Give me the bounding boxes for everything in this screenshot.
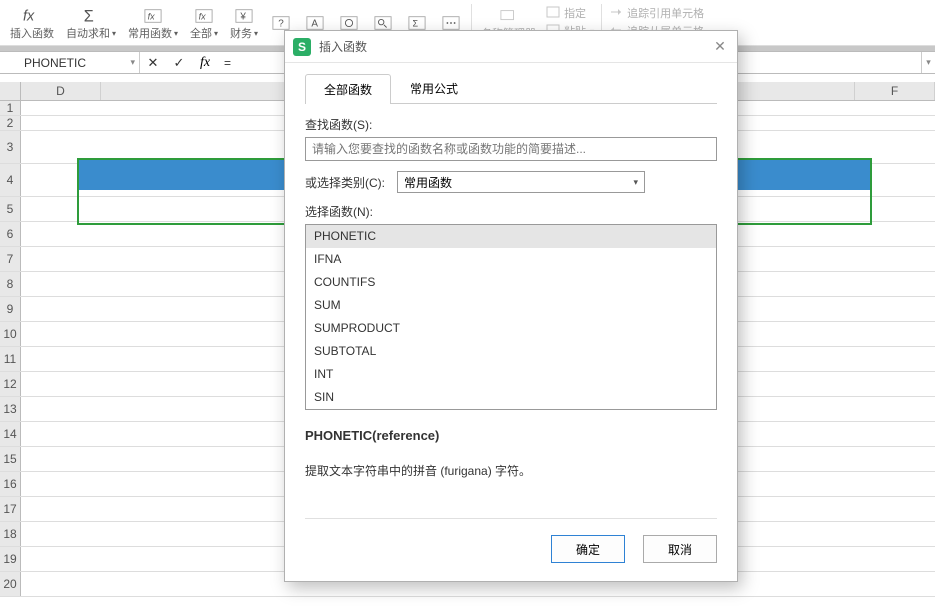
function-description: PHONETIC(reference) 提取文本字符串中的拼音 (furigan… bbox=[305, 428, 717, 481]
row-header[interactable]: 11 bbox=[0, 347, 21, 371]
row-header[interactable]: 20 bbox=[0, 572, 21, 596]
specify-label: 指定 bbox=[564, 7, 586, 21]
function-list-item[interactable]: INT bbox=[306, 363, 716, 386]
row-header[interactable]: 3 bbox=[0, 131, 21, 163]
row-header[interactable]: 18 bbox=[0, 522, 21, 546]
row-header[interactable]: 2 bbox=[0, 116, 21, 130]
specify-icon bbox=[546, 6, 560, 22]
svg-text:fx: fx bbox=[23, 8, 35, 24]
dialog-body: 全部函数 常用公式 查找函数(S): 或选择类别(C): 常用函数 ▾ 选择函数… bbox=[285, 63, 737, 581]
row-header[interactable]: 6 bbox=[0, 222, 21, 246]
chevron-down-icon: ▾ bbox=[112, 27, 116, 41]
chevron-down-icon: ▾ bbox=[214, 27, 218, 41]
row-header[interactable]: 12 bbox=[0, 372, 21, 396]
function-list-item[interactable]: SUBTOTAL bbox=[306, 340, 716, 363]
row-header[interactable]: 16 bbox=[0, 472, 21, 496]
dialog-titlebar: S 插入函数 ✕ bbox=[285, 31, 737, 63]
function-list-item[interactable]: IFNA bbox=[306, 248, 716, 271]
all-functions-label: 全部▾ bbox=[190, 27, 218, 41]
row-header[interactable]: 9 bbox=[0, 297, 21, 321]
category-value: 常用函数 bbox=[404, 174, 452, 191]
common-functions-label: 常用函数▾ bbox=[128, 27, 178, 41]
dialog-buttons: 确定 取消 bbox=[305, 518, 717, 581]
row-header[interactable]: 10 bbox=[0, 322, 21, 346]
column-header[interactable]: D bbox=[21, 82, 101, 100]
function-signature: PHONETIC(reference) bbox=[305, 428, 717, 443]
row-header[interactable]: 19 bbox=[0, 547, 21, 571]
finance-label: 财务▾ bbox=[230, 27, 258, 41]
fx-icon[interactable]: fx bbox=[192, 55, 218, 71]
svg-text:Σ: Σ bbox=[84, 7, 94, 25]
function-list[interactable]: PHONETICIFNACOUNTIFSSUMSUMPRODUCTSUBTOTA… bbox=[305, 224, 717, 410]
name-box-value: PHONETIC bbox=[24, 56, 86, 70]
insert-function-label: 插入函数 bbox=[10, 27, 54, 41]
common-functions-button[interactable]: fx 常用函数▾ bbox=[122, 0, 184, 45]
row-header[interactable]: 1 bbox=[0, 101, 21, 115]
select-all-corner[interactable] bbox=[0, 82, 21, 100]
svg-text:A: A bbox=[311, 18, 318, 29]
function-description-text: 提取文本字符串中的拼音 (furigana) 字符。 bbox=[305, 461, 717, 481]
select-function-label: 选择函数(N): bbox=[305, 203, 717, 220]
accept-formula-button[interactable]: ✓ bbox=[166, 52, 192, 73]
svg-text:fx: fx bbox=[199, 11, 207, 21]
chevron-down-icon: ▾ bbox=[254, 27, 258, 41]
tab-common-formulas[interactable]: 常用公式 bbox=[391, 73, 477, 103]
search-label: 查找函数(S): bbox=[305, 116, 717, 133]
function-list-item[interactable]: SIN bbox=[306, 386, 716, 409]
tag-icon bbox=[498, 5, 520, 27]
svg-text:¥: ¥ bbox=[239, 11, 246, 22]
fx-controls: ✕ ✓ fx bbox=[140, 52, 218, 73]
row-header[interactable]: 8 bbox=[0, 272, 21, 296]
formula-value: = bbox=[224, 56, 231, 70]
function-list-item[interactable]: SUMPRODUCT bbox=[306, 317, 716, 340]
auto-sum-button[interactable]: Σ 自动求和▾ bbox=[60, 0, 122, 45]
name-box[interactable]: PHONETIC ▾ bbox=[0, 52, 140, 73]
sigma-icon: Σ bbox=[80, 5, 102, 27]
row-header[interactable]: 14 bbox=[0, 422, 21, 446]
search-input[interactable] bbox=[305, 137, 717, 161]
row-header[interactable]: 13 bbox=[0, 397, 21, 421]
app-icon: S bbox=[293, 38, 311, 56]
cancel-formula-button[interactable]: ✕ bbox=[140, 52, 166, 73]
svg-text:?: ? bbox=[278, 18, 284, 29]
function-list-item[interactable]: SUM bbox=[306, 294, 716, 317]
chevron-down-icon: ▾ bbox=[633, 177, 638, 188]
row-header[interactable]: 17 bbox=[0, 497, 21, 521]
formula-expand-button[interactable]: ▾ bbox=[921, 52, 935, 73]
column-header[interactable]: F bbox=[855, 82, 935, 100]
star-fx-icon: fx bbox=[142, 5, 164, 27]
category-select[interactable]: 常用函数 ▾ bbox=[397, 171, 645, 193]
function-list-item[interactable]: PHONETIC bbox=[306, 225, 716, 248]
fx-icon: fx bbox=[21, 5, 43, 27]
close-button[interactable]: ✕ bbox=[711, 38, 729, 56]
chevron-down-icon: ▾ bbox=[130, 57, 135, 68]
insert-function-dialog: S 插入函数 ✕ 全部函数 常用公式 查找函数(S): 或选择类别(C): 常用… bbox=[284, 30, 738, 582]
yen-icon: ¥ bbox=[233, 5, 255, 27]
category-label: 或选择类别(C): bbox=[305, 174, 385, 191]
chevron-down-icon: ▾ bbox=[174, 27, 178, 41]
row-header[interactable]: 4 bbox=[0, 164, 21, 196]
trace-precedents-label: 追踪引用单元格 bbox=[627, 7, 704, 21]
svg-text:Σ: Σ bbox=[413, 18, 419, 28]
ok-button[interactable]: 确定 bbox=[551, 535, 625, 563]
trace-precedents-icon bbox=[609, 6, 623, 22]
dialog-tabs: 全部函数 常用公式 bbox=[305, 73, 717, 104]
auto-sum-label: 自动求和▾ bbox=[66, 27, 116, 41]
row-header[interactable]: 15 bbox=[0, 447, 21, 471]
cancel-button[interactable]: 取消 bbox=[643, 535, 717, 563]
svg-text:fx: fx bbox=[148, 11, 156, 21]
finance-button[interactable]: ¥ 财务▾ bbox=[224, 0, 264, 45]
insert-function-button[interactable]: fx 插入函数 bbox=[4, 0, 60, 45]
box-fx-icon: fx bbox=[193, 5, 215, 27]
function-list-item[interactable]: COUNTIFS bbox=[306, 271, 716, 294]
dialog-title: 插入函数 bbox=[319, 38, 367, 55]
all-functions-button[interactable]: fx 全部▾ bbox=[184, 0, 224, 45]
row-header[interactable]: 5 bbox=[0, 197, 21, 221]
tab-all-functions[interactable]: 全部函数 bbox=[305, 74, 391, 104]
row-header[interactable]: 7 bbox=[0, 247, 21, 271]
